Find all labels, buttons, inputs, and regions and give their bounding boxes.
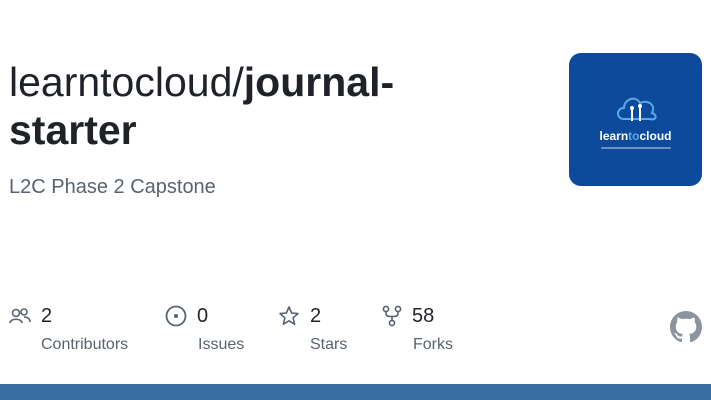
issues-count: 0 xyxy=(197,304,209,327)
stat-issues[interactable]: 0 Issues xyxy=(165,302,244,354)
issues-label: Issues xyxy=(198,336,245,353)
stars-label: Stars xyxy=(310,336,348,353)
repo-description: L2C Phase 2 Capstone xyxy=(9,176,216,198)
logo-tagline xyxy=(600,146,671,149)
contributors-label: Contributors xyxy=(41,336,129,353)
repo-name-line1: journal- xyxy=(243,59,395,105)
issue-icon xyxy=(165,305,187,327)
cloud-logo-icon xyxy=(616,97,657,121)
people-icon xyxy=(9,308,31,324)
logo-wordmark: learntocloud xyxy=(599,128,672,143)
repo-name-line2: starter xyxy=(9,107,137,153)
stars-count: 2 xyxy=(310,304,322,327)
stat-stars[interactable]: 2 Stars xyxy=(278,302,347,354)
fork-icon xyxy=(382,305,402,327)
forks-count: 58 xyxy=(412,304,435,327)
repo-logo: learntocloud xyxy=(569,53,702,186)
accent-bar xyxy=(0,384,711,400)
github-icon[interactable] xyxy=(670,311,702,343)
stat-forks[interactable]: 58 Forks xyxy=(382,302,453,354)
star-icon xyxy=(279,306,299,325)
repo-owner: learntocloud/ xyxy=(9,59,244,105)
contributors-count: 2 xyxy=(41,304,53,327)
stat-contributors[interactable]: 2 Contributors xyxy=(9,302,128,354)
repo-title: learntocloud/journal- starter xyxy=(9,58,539,154)
forks-label: Forks xyxy=(413,336,453,353)
